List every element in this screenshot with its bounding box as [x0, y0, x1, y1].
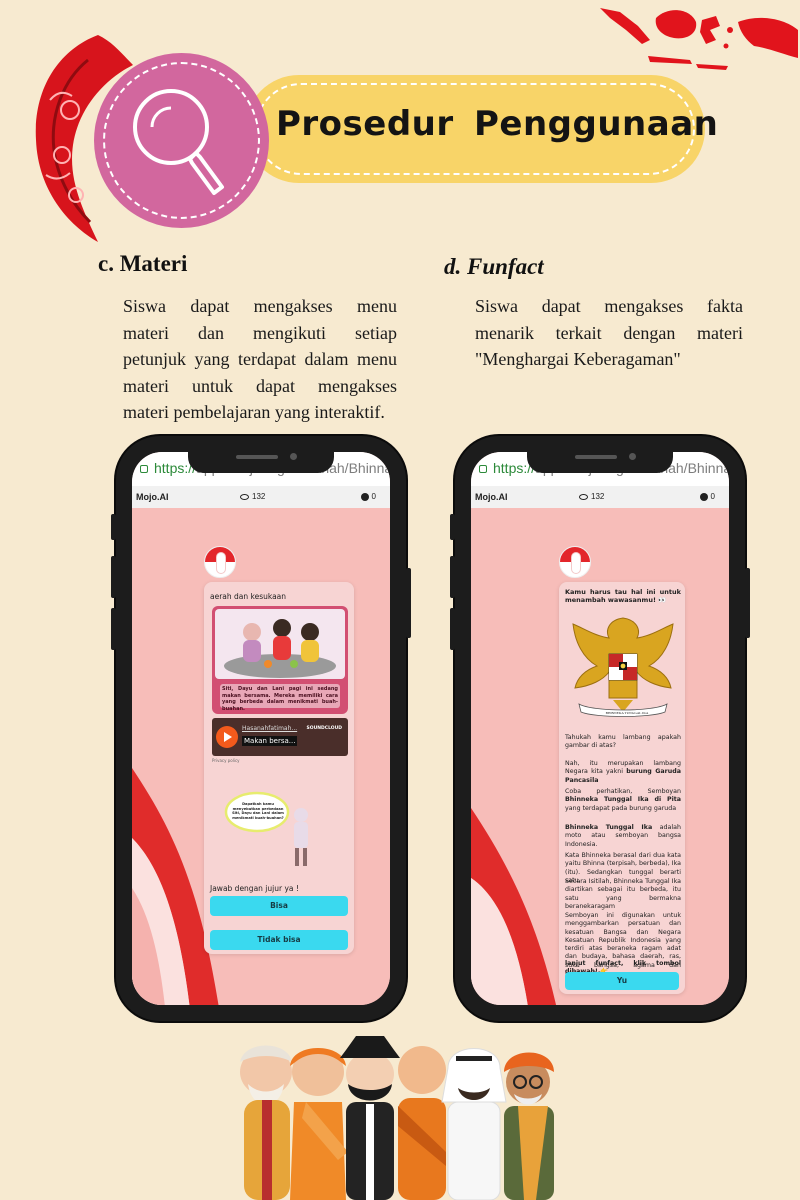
phone-side-button	[450, 608, 455, 650]
body-line: materi pembelajaran yang interaktif.	[123, 402, 385, 423]
person-figure	[504, 1052, 554, 1200]
phone-funfact: https://app.smojo.org/Hasanah/Bhinna Moj…	[450, 436, 750, 1021]
section-body-materi: Siswa dapat mengakses menu materi dan me…	[123, 293, 397, 426]
phone-side-button	[450, 556, 455, 598]
body-line: materi untuk dapat mengakses	[123, 375, 397, 396]
app-topbar: Mojo.AI 132 0	[132, 486, 390, 508]
funfact-paragraph: Bhinneka Tunggal Ika adalah moto atau se…	[565, 824, 681, 849]
funfact-intro: Kamu harus tau hal ini untuk menambah wa…	[565, 588, 681, 605]
section-title-funfact: d. Funfact	[444, 254, 544, 279]
comment-icon	[699, 492, 708, 501]
page-title: Prosedur Penggunaan	[276, 104, 719, 144]
phone-side-button	[111, 556, 116, 598]
view-count: 132	[240, 492, 265, 501]
body-line: petunjuk yang terdapat dalam menu	[123, 349, 397, 370]
track-artist-link[interactable]: Hasanahfatimah...	[242, 725, 297, 732]
app-logo[interactable]: Mojo.AI	[475, 492, 508, 502]
lock-icon	[479, 465, 487, 473]
funfact-paragraph: Tahukah kamu lambang apakah gambar di at…	[565, 734, 681, 750]
phone-screen: https://app.smojo.org/Hasanah/Bhinna Moj…	[132, 452, 390, 1005]
card-caption: aerah dan kesukaan	[210, 592, 287, 601]
view-count-value: 132	[591, 492, 605, 501]
comment-count-value: 0	[371, 492, 376, 501]
emblem-motto: BHINNEKA TUNGGAL IKA	[605, 711, 649, 715]
phone-side-button	[745, 568, 750, 638]
funfact-paragraph: Nah, itu merupakan lambang Negara kita y…	[565, 760, 681, 785]
continue-button[interactable]: Yu	[565, 972, 679, 990]
body-line: "Menghargai Keberagaman"	[475, 349, 681, 370]
phone-side-button	[450, 514, 455, 540]
soundcloud-logo[interactable]: SOUNDCLOUD	[307, 726, 342, 731]
comment-count[interactable]: 0	[360, 492, 376, 501]
person-figure	[290, 1048, 348, 1200]
bubble-text: Dapatkah kamu menyebutkan perbedaan Siti…	[232, 802, 284, 820]
view-count: 132	[579, 492, 604, 501]
indonesia-map-icon	[600, 8, 798, 70]
body-line: menarik terkait dengan materi	[475, 322, 743, 343]
comment-count-value: 0	[710, 492, 715, 501]
phone-side-button	[111, 514, 116, 540]
view-count-value: 132	[252, 492, 266, 501]
diverse-people-illustration	[240, 1036, 554, 1200]
para-text: yang terdapat pada burung garuda	[565, 804, 677, 812]
phone-notch	[188, 447, 334, 473]
answer-prompt: Jawab dengan jujur ya !	[210, 884, 299, 893]
chat-card: Kamu harus tau hal ini untuk menambah wa…	[559, 582, 685, 994]
bot-avatar	[559, 546, 591, 578]
app-topbar: Mojo.AI 132 0	[471, 486, 729, 508]
track-title[interactable]: Makan bersa...	[242, 736, 298, 746]
section-body-funfact: Siswa dapat mengakses fakta menarik terk…	[475, 293, 743, 373]
para-bold: Bhinneka Tunggal Ika di Pita	[565, 796, 681, 804]
magnifier-icon	[133, 89, 224, 195]
lock-icon	[140, 465, 148, 473]
play-icon	[224, 732, 232, 742]
comic-text: Siti, Dayu dan Lani pagi ini sedang maka…	[222, 686, 338, 712]
person-figure	[240, 1045, 292, 1200]
play-button[interactable]	[216, 726, 238, 748]
phone-screen: https://app.smojo.org/Hasanah/Bhinna Moj…	[471, 452, 729, 1005]
privacy-link[interactable]: Privacy policy	[212, 758, 240, 763]
body-line: Siswa dapat mengakses menu	[123, 296, 397, 316]
section-title-materi: c. Materi	[98, 251, 188, 276]
answer-no-button[interactable]: Tidak bisa	[210, 930, 348, 950]
bot-avatar	[204, 546, 236, 578]
funfact-paragraph: Secara Isitilah, Bhinneka Tunggal Ika di…	[565, 878, 681, 910]
soundcloud-player[interactable]: Hasanahfatimah... Makan bersa... SOUNDCL…	[212, 718, 348, 756]
person-figure	[340, 1036, 400, 1200]
comment-count[interactable]: 0	[699, 492, 715, 501]
search-badge	[94, 53, 269, 228]
phone-side-button	[406, 568, 411, 638]
para-bold: Bhinneka Tunggal Ika	[565, 824, 653, 831]
app-logo[interactable]: Mojo.AI	[136, 492, 169, 502]
eye-icon	[240, 493, 249, 500]
chat-card: aerah dan kesukaan Siti, Dayu dan Lani p…	[204, 582, 354, 954]
phone-notch	[527, 447, 673, 473]
para-text: Coba perhatikan, Semboyan	[565, 788, 681, 795]
person-figure	[398, 1046, 446, 1200]
garuda-pancasila-emblem	[572, 617, 674, 717]
body-line: Siswa dapat mengakses fakta	[475, 296, 743, 316]
phone-side-button	[111, 608, 116, 650]
teacher-character	[294, 808, 308, 866]
phone-materi: https://app.smojo.org/Hasanah/Bhinna Moj…	[111, 436, 411, 1021]
eye-icon	[579, 493, 588, 500]
body-line: materi dan mengikuti setiap	[123, 322, 397, 343]
answer-yes-button[interactable]: Bisa	[210, 896, 348, 916]
funfact-paragraph: Coba perhatikan, Semboyan Bhinneka Tungg…	[565, 788, 681, 813]
person-figure	[441, 1048, 507, 1200]
comment-icon	[360, 492, 369, 501]
